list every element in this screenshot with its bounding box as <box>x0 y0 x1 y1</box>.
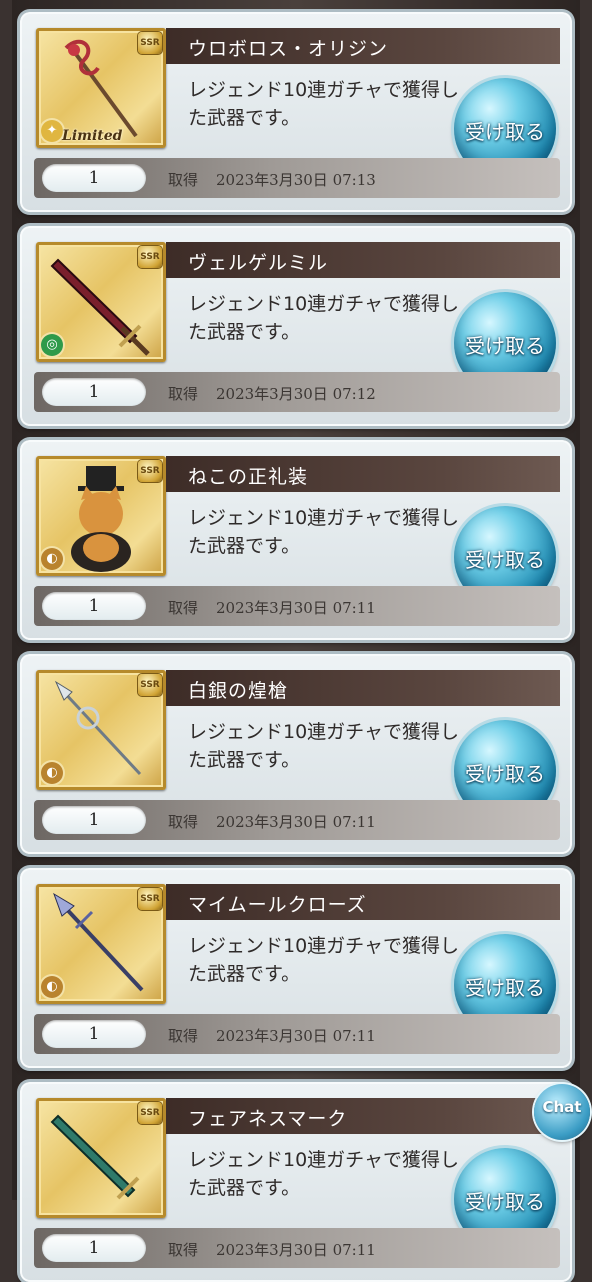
present-card: SSR ✦ Limited ウロボロス・オリジン レジェンド10連ガチャで獲得し… <box>20 12 572 212</box>
element-earth-icon: ◐ <box>41 762 63 784</box>
acquired-label: 取得 <box>168 1027 199 1045</box>
acquired-date: 2023年3月30日 07:11 <box>216 813 376 831</box>
weapon-name: 白銀の煌槍 <box>188 680 289 702</box>
receive-button-label: 受け取る <box>465 548 545 572</box>
weapon-description: レジェンド10連ガチャで獲得した武器です。 <box>188 1149 459 1199</box>
acquired-date: 2023年3月30日 07:11 <box>216 1027 376 1045</box>
acquired-label: 取得 <box>168 1241 199 1259</box>
meta-bar: 1 取得 2023年3月30日 07:11 <box>34 586 560 626</box>
weapon-description: レジェンド10連ガチャで獲得した武器です。 <box>188 935 459 985</box>
meta-bar: 1 取得 2023年3月30日 07:11 <box>34 800 560 840</box>
quantity-field: 1 <box>42 164 146 192</box>
title-bar: ねこの正礼装 <box>166 456 560 492</box>
receive-button-label: 受け取る <box>465 976 545 1000</box>
weapon-description: レジェンド10連ガチャで獲得した武器です。 <box>188 507 459 557</box>
element-earth-icon: ◐ <box>41 548 63 570</box>
weapon-thumbnail: SSR <box>36 1098 166 1218</box>
weapon-name: ねこの正礼装 <box>188 466 309 488</box>
weapon-thumbnail: SSR ◎ <box>36 242 166 362</box>
receive-button-label: 受け取る <box>465 334 545 358</box>
acquired-label: 取得 <box>168 385 199 403</box>
acquired-label: 取得 <box>168 813 199 831</box>
weapon-name: ウロボロス・オリジン <box>188 38 389 60</box>
weapon-description: レジェンド10連ガチャで獲得した武器です。 <box>188 721 459 771</box>
meta-bar: 1 取得 2023年3月30日 07:11 <box>34 1228 560 1268</box>
receive-button-label: 受け取る <box>465 762 545 786</box>
weapon-name: マイムールクローズ <box>188 894 367 916</box>
weapon-description: レジェンド10連ガチャで獲得した武器です。 <box>188 293 459 343</box>
present-card: SSR ◐ 白銀の煌槍 レジェンド10連ガチャで獲得した武器です。 受け取る 1… <box>20 654 572 854</box>
meta-bar: 1 取得 2023年3月30日 07:12 <box>34 372 560 412</box>
rarity-badge: SSR <box>138 888 162 910</box>
weapon-thumbnail: SSR ◐ <box>36 884 166 1004</box>
rarity-badge: SSR <box>138 1102 162 1124</box>
weapon-name: フェアネスマーク <box>188 1108 348 1130</box>
weapon-thumbnail: SSR ◐ <box>36 456 166 576</box>
title-bar: ウロボロス・オリジン <box>166 28 560 64</box>
quantity-field: 1 <box>42 378 146 406</box>
weapon-thumbnail: SSR ✦ Limited <box>36 28 166 148</box>
quantity-field: 1 <box>42 1234 146 1262</box>
element-light-icon: ✦ <box>41 120 63 142</box>
acquired-date: 2023年3月30日 07:11 <box>216 1241 376 1259</box>
acquired-date: 2023年3月30日 07:11 <box>216 599 376 617</box>
weapon-description: レジェンド10連ガチャで獲得した武器です。 <box>188 79 459 129</box>
present-list[interactable]: SSR ✦ Limited ウロボロス・オリジン レジェンド10連ガチャで獲得し… <box>0 0 592 1282</box>
present-card: SSR ◐ マイムールクローズ レジェンド10連ガチャで獲得した武器です。 受け… <box>20 868 572 1068</box>
receive-button-label: 受け取る <box>465 120 545 144</box>
title-bar: ヴェルゲルミル <box>166 242 560 278</box>
acquired-date: 2023年3月30日 07:13 <box>216 171 376 189</box>
receive-button-label: 受け取る <box>465 1190 545 1214</box>
rarity-badge: SSR <box>138 32 162 54</box>
quantity-field: 1 <box>42 1020 146 1048</box>
rarity-badge: SSR <box>138 460 162 482</box>
acquired-label: 取得 <box>168 171 199 189</box>
meta-bar: 1 取得 2023年3月30日 07:13 <box>34 158 560 198</box>
acquired-label: 取得 <box>168 599 199 617</box>
weapon-thumbnail: SSR ◐ <box>36 670 166 790</box>
element-wind-icon: ◎ <box>41 334 63 356</box>
present-card: SSR ◐ ねこの正礼装 レジェンド10連ガチャで獲得した武器です。 受け取る … <box>20 440 572 640</box>
present-card: SSR フェアネスマーク レジェンド10連ガチャで獲得した武器です。 受け取る … <box>20 1082 572 1282</box>
title-bar: マイムールクローズ <box>166 884 560 920</box>
limited-label: Limited <box>62 128 123 144</box>
weapon-name: ヴェルゲルミル <box>188 252 329 274</box>
meta-bar: 1 取得 2023年3月30日 07:11 <box>34 1014 560 1054</box>
rarity-badge: SSR <box>138 246 162 268</box>
rarity-badge: SSR <box>138 674 162 696</box>
title-bar: 白銀の煌槍 <box>166 670 560 706</box>
chat-button[interactable]: Chat <box>534 1084 590 1140</box>
chat-button-label: Chat <box>542 1098 582 1116</box>
title-bar: フェアネスマーク <box>166 1098 560 1134</box>
quantity-field: 1 <box>42 592 146 620</box>
acquired-date: 2023年3月30日 07:12 <box>216 385 376 403</box>
present-card: SSR ◎ ヴェルゲルミル レジェンド10連ガチャで獲得した武器です。 受け取る… <box>20 226 572 426</box>
quantity-field: 1 <box>42 806 146 834</box>
element-earth-icon: ◐ <box>41 976 63 998</box>
